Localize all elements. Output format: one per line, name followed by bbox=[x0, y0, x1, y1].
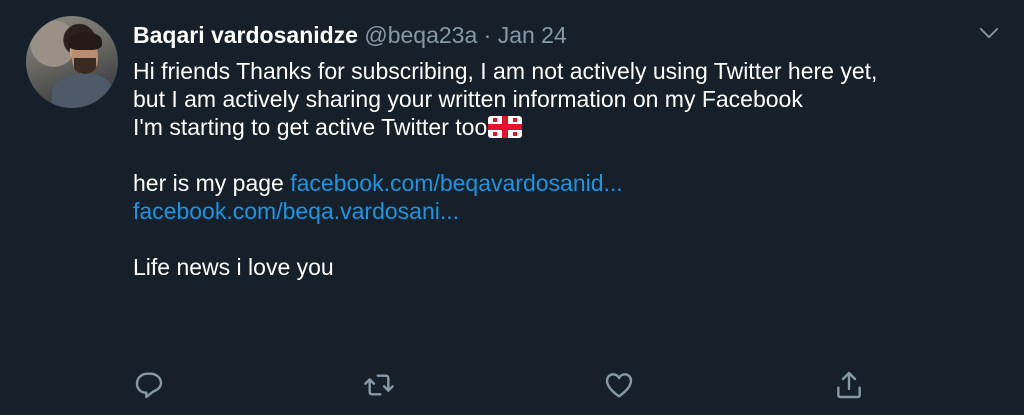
author-handle[interactable]: @beqa23a bbox=[364, 22, 477, 48]
heart-icon[interactable] bbox=[603, 369, 635, 401]
author-name[interactable]: Baqari vardosanidze bbox=[133, 22, 358, 48]
tweet-body: Hi friends Thanks for subscribing, I am … bbox=[133, 57, 1013, 281]
facebook-link-1[interactable]: facebook.com/beqavardosanid... bbox=[290, 170, 622, 196]
avatar[interactable] bbox=[26, 16, 118, 108]
share-icon[interactable] bbox=[833, 369, 865, 401]
tweet-text-line: Hi friends Thanks for subscribing, I am … bbox=[133, 58, 878, 84]
georgia-flag-icon bbox=[488, 116, 523, 138]
tweet[interactable]: Baqari vardosanidze @beqa23a · Jan 24 Hi… bbox=[0, 0, 1024, 415]
tweet-text-line: I'm starting to get active Twitter too bbox=[133, 113, 1013, 141]
tweet-text-line: facebook.com/beqa.vardosani... bbox=[133, 197, 1013, 225]
facebook-link-2[interactable]: facebook.com/beqa.vardosani... bbox=[133, 198, 459, 224]
tweet-actions bbox=[0, 364, 1024, 404]
avatar-hair bbox=[68, 32, 102, 50]
header-separator: · bbox=[483, 22, 492, 48]
avatar-beard bbox=[74, 58, 96, 74]
chevron-down-icon[interactable] bbox=[978, 22, 1000, 44]
tweet-text-line: Life news i love you bbox=[133, 254, 334, 280]
tweet-text-segment: I'm starting to get active Twitter too bbox=[133, 114, 488, 140]
tweet-text-line: but I am actively sharing your written i… bbox=[133, 86, 803, 112]
tweet-header: Baqari vardosanidze @beqa23a · Jan 24 bbox=[133, 20, 567, 50]
retweet-icon[interactable] bbox=[363, 369, 395, 401]
tweet-text-line: her is my page facebook.com/beqavardosan… bbox=[133, 169, 1013, 197]
reply-icon[interactable] bbox=[133, 369, 165, 401]
tweet-date[interactable]: Jan 24 bbox=[498, 22, 567, 48]
tweet-text-segment: her is my page bbox=[133, 170, 291, 196]
avatar-shoulders bbox=[52, 74, 114, 108]
